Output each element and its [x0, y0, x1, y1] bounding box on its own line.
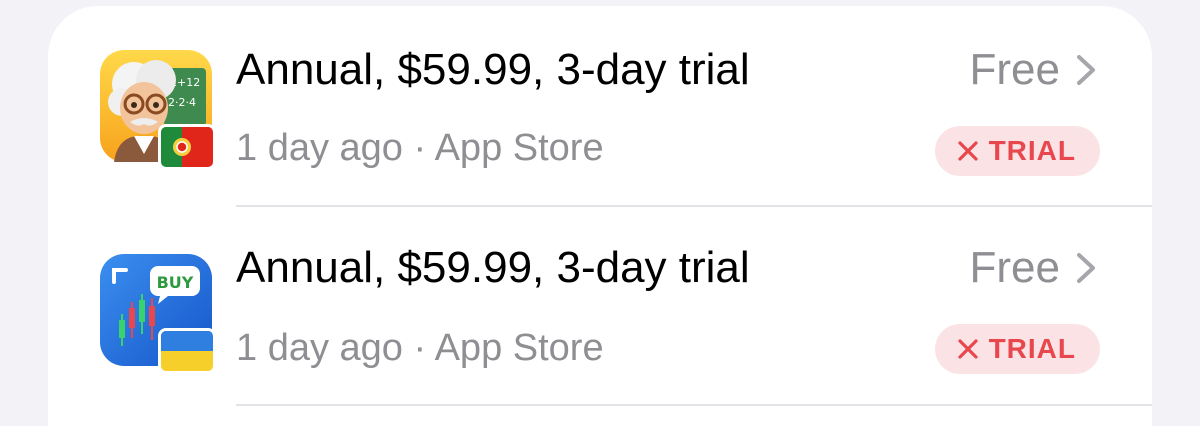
badge-label: TRIAL [988, 333, 1076, 364]
transaction-title: Annual, $59.99, 3-day trial [236, 45, 750, 94]
trial-status-badge: TRIAL [934, 126, 1100, 176]
price-label: Free [969, 45, 1060, 94]
row-divider [236, 404, 1152, 406]
ukraine-flag-icon [158, 328, 216, 374]
buy-label: BUY [157, 273, 194, 292]
einstein-math-app-icon: 1+12 2·2·4 [100, 50, 216, 170]
portugal-flag-icon [158, 124, 216, 170]
x-icon [957, 141, 978, 161]
chevron-right-icon [1077, 253, 1095, 283]
badge-label: TRIAL [988, 135, 1076, 166]
transaction-row[interactable]: BUY Annual, $59.99, 3-day trial 1 day ag… [48, 206, 1152, 406]
svg-text:2·2·4: 2·2·4 [168, 96, 196, 109]
transaction-title: Annual, $59.99, 3-day trial [236, 243, 750, 292]
transaction-subtitle: 1 day ago · App Store [236, 327, 604, 369]
x-icon [957, 339, 978, 359]
transaction-row[interactable]: 1+12 2·2·4 Annual, $59.99, 3-day trial 1… [48, 6, 1152, 206]
price-label: Free [969, 243, 1060, 292]
trial-status-badge: TRIAL [934, 324, 1100, 374]
transaction-subtitle: 1 day ago · App Store [236, 127, 604, 169]
transaction-price: Free [970, 240, 1100, 296]
chevron-right-icon [1077, 55, 1095, 85]
stock-trading-app-icon: BUY [100, 254, 216, 374]
transactions-card: 1+12 2·2·4 Annual, $59.99, 3-day trial 1… [48, 6, 1152, 426]
transaction-price: Free [970, 42, 1100, 98]
